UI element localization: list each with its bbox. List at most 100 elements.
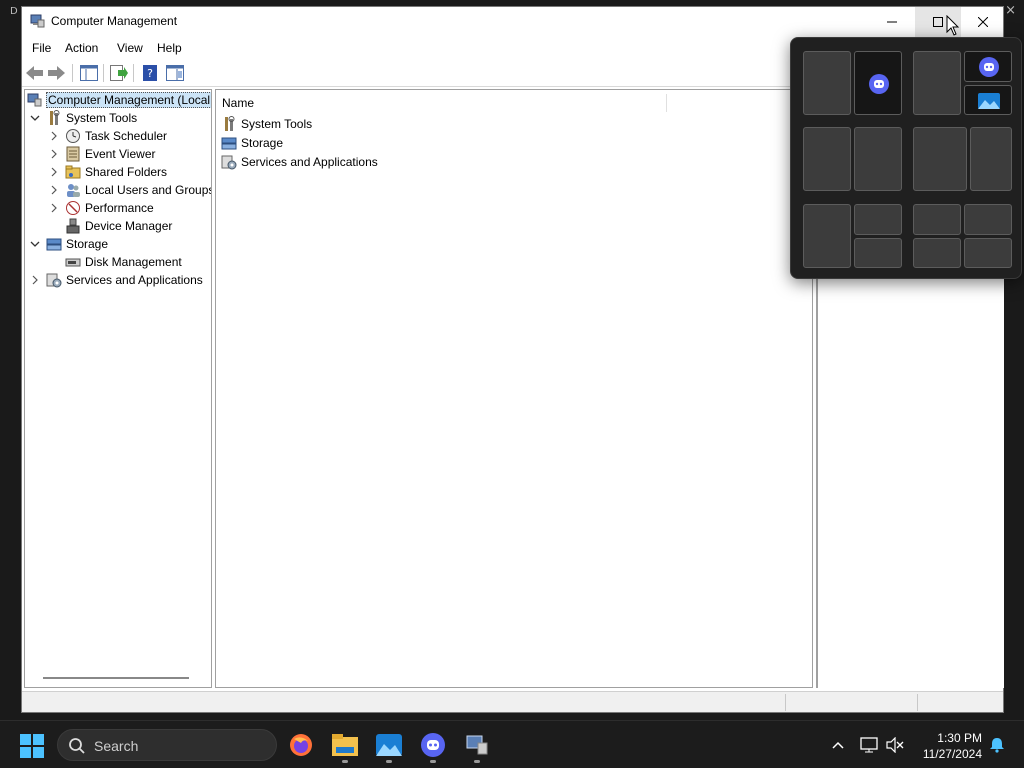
list-item[interactable]: Services and Applications [221,153,378,171]
tree-item-storage[interactable]: Storage [29,235,108,253]
discord-icon [869,74,889,94]
status-bar [22,691,1003,712]
taskbar: Search 1:30 PM 11/27/2024 [0,720,1024,768]
details-pane[interactable]: Name System Tools Storage Services and A… [215,89,813,688]
chevron-right-icon[interactable] [29,274,41,286]
tree-item-performance[interactable]: Performance [48,199,154,217]
snap-zone[interactable] [913,51,961,115]
chevron-right-icon[interactable] [48,202,60,214]
snap-zone[interactable] [970,127,1012,191]
notifications-button[interactable] [987,735,1007,755]
tree-item-system-tools[interactable]: System Tools [29,109,137,127]
clock-icon [65,128,81,144]
tree-item-task-scheduler[interactable]: Task Scheduler [48,127,167,145]
console-tree[interactable]: Computer Management (Local System Tools … [24,89,212,688]
menu-action[interactable]: Action [65,41,98,55]
taskbar-file-explorer[interactable] [329,729,361,763]
chevron-down-icon[interactable] [29,112,41,124]
chevron-right-icon[interactable] [48,184,60,196]
close-icon [978,17,988,27]
tools-icon [46,110,62,126]
forward-arrow-icon [48,66,65,80]
snap-zone[interactable] [913,204,961,235]
bell-icon [990,738,1004,753]
taskbar-clock[interactable]: 1:30 PM 11/27/2024 [912,730,982,762]
chevron-down-icon[interactable] [29,238,41,250]
search-icon [69,738,85,754]
chevron-right-icon[interactable] [48,130,60,142]
menu-help[interactable]: Help [157,41,182,55]
tree-item-event-viewer[interactable]: Event Viewer [48,145,155,163]
horizontal-scrollbar[interactable] [43,677,189,679]
snap-zone[interactable] [964,204,1012,235]
snap-zone[interactable] [803,127,851,191]
performance-icon [65,200,81,216]
snap-zone[interactable] [913,238,961,268]
tree-item-label: Task Scheduler [85,129,168,143]
chevron-right-icon[interactable] [48,166,60,178]
tools-icon [221,116,237,132]
tree-item-label: Storage [66,237,109,251]
taskbar-computer-management[interactable] [461,729,493,763]
shared-folder-icon [65,164,81,180]
disk-icon [65,254,81,270]
snap-zone[interactable] [854,51,902,115]
forward-button[interactable] [47,63,67,83]
users-icon [65,182,81,198]
volume-tray[interactable] [885,735,905,755]
tree-item-shared-folders[interactable]: Shared Folders [48,163,167,181]
help-button[interactable]: ? [140,63,160,83]
search-box[interactable]: Search [57,729,277,761]
tree-item-label: Shared Folders [85,165,168,179]
chevron-up-icon [832,741,844,749]
tree-item-computer-management[interactable]: Computer Management (Local [26,91,211,109]
snap-zone[interactable] [803,51,851,115]
close-button[interactable] [960,7,1006,37]
snap-zone[interactable] [913,127,967,191]
chevron-right-icon[interactable] [48,148,60,160]
network-icon [860,737,878,753]
back-button[interactable] [25,63,45,83]
start-button[interactable] [20,734,44,758]
list-item[interactable]: System Tools [221,115,312,133]
snap-zone[interactable] [803,204,851,268]
snap-zone[interactable] [964,85,1012,115]
tree-item-label: Computer Management (Local [46,92,211,108]
photos-icon [376,734,402,756]
snap-zone[interactable] [854,204,902,235]
menu-view[interactable]: View [117,41,143,55]
taskbar-discord[interactable] [417,729,449,763]
discord-icon [979,57,999,77]
show-hide-console-tree-button[interactable] [79,63,99,83]
background-glyph: D [10,6,18,17]
list-item-label: System Tools [241,117,313,131]
tree-item-disk-management[interactable]: Disk Management [48,253,182,271]
tree-item-services-and-applications[interactable]: Services and Applications [29,271,203,289]
taskbar-photos[interactable] [373,729,405,763]
volume-muted-icon [886,737,904,753]
snap-layouts-flyout [790,37,1022,279]
export-list-button[interactable] [109,63,129,83]
show-hidden-icons-button[interactable] [828,735,848,755]
device-manager-icon [65,218,81,234]
list-item[interactable]: Storage [221,134,283,152]
tree-item-local-users-and-groups[interactable]: Local Users and Groups [48,181,212,199]
snap-zone[interactable] [854,238,902,268]
minimize-button[interactable] [869,7,915,37]
console-tree-icon [80,65,98,81]
tree-item-device-manager[interactable]: Device Manager [48,217,172,235]
snap-zone[interactable] [964,238,1012,268]
menu-file[interactable]: File [32,41,51,55]
tree-item-label: Local Users and Groups [85,183,212,197]
show-hide-action-pane-button[interactable] [165,63,185,83]
taskbar-firefox[interactable] [285,729,317,761]
snap-zone[interactable] [964,51,1012,82]
network-tray[interactable] [859,735,879,755]
list-item-label: Services and Applications [241,155,378,169]
snap-zone[interactable] [854,127,902,191]
event-viewer-icon [65,146,81,162]
tree-item-label: System Tools [66,111,138,125]
file-explorer-icon [332,734,358,756]
title-bar[interactable]: Computer Management [22,7,1003,37]
column-header-name[interactable]: Name [222,96,254,110]
